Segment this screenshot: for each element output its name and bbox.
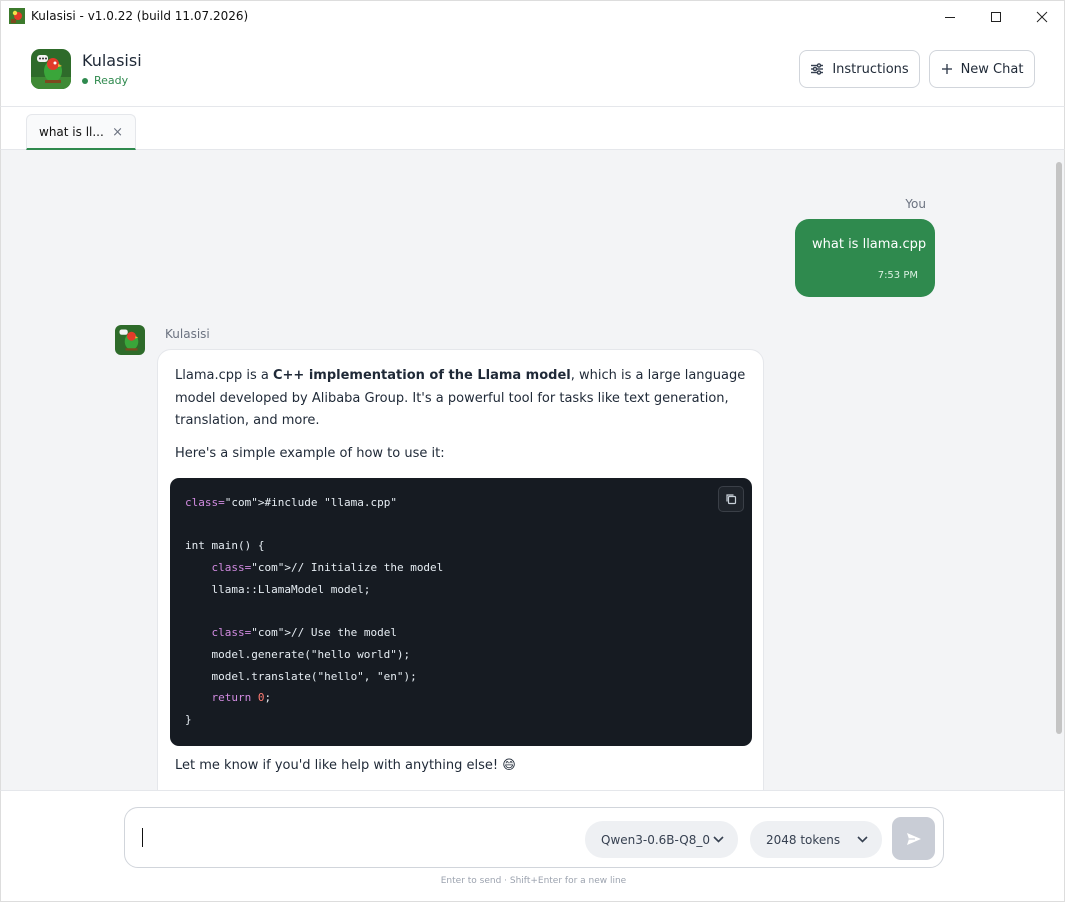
assistant-message-bubble: Llama.cpp is a C++ implementation of the… bbox=[157, 349, 764, 790]
code-line: llama::LlamaModel model; bbox=[185, 582, 371, 596]
send-icon bbox=[906, 832, 921, 845]
app-logo bbox=[31, 49, 71, 89]
app-logo-icon bbox=[9, 8, 25, 24]
minimize-button[interactable] bbox=[927, 1, 973, 32]
user-message-bubble: what is llama.cpp 7:53 PM bbox=[795, 219, 935, 297]
assistant-paragraph-3: Let me know if you'd like help with anyt… bbox=[175, 758, 516, 773]
code-line: } bbox=[185, 713, 192, 727]
status-text: Ready bbox=[94, 74, 129, 87]
window-titlebar: Kulasisi - v1.0.22 (build 11.07.2026) bbox=[0, 0, 1065, 31]
code-line: int main() { bbox=[185, 539, 265, 553]
composer-area: Qwen3-0.6B-Q8_0 2048 tokens Enter to sen… bbox=[0, 790, 1065, 902]
sliders-icon bbox=[811, 63, 824, 75]
maximize-button[interactable] bbox=[973, 1, 1019, 32]
status-dot-icon bbox=[82, 77, 88, 84]
code-line: return 0; bbox=[211, 691, 272, 705]
app-name: Kulasisi bbox=[82, 51, 142, 70]
model-selector[interactable]: Qwen3-0.6B-Q8_0 bbox=[585, 821, 738, 858]
token-limit-value: 2048 tokens bbox=[766, 832, 841, 847]
parrot-avatar-icon bbox=[115, 325, 145, 355]
instructions-label: Instructions bbox=[832, 61, 909, 77]
close-icon bbox=[1036, 11, 1048, 22]
code-line: class="com">// Use the model bbox=[211, 626, 397, 640]
assistant-avatar bbox=[115, 325, 145, 355]
app-header: Kulasisi Ready Instructions New Chat bbox=[0, 31, 1065, 107]
instructions-button[interactable]: Instructions bbox=[799, 50, 920, 88]
chevron-down-icon bbox=[857, 836, 868, 843]
new-chat-button[interactable]: New Chat bbox=[929, 50, 1035, 88]
assistant-paragraph-1: Llama.cpp is a C++ implementation of the… bbox=[175, 368, 746, 428]
code-line: model.generate("hello world"); bbox=[185, 647, 411, 661]
user-message-text: what is llama.cpp bbox=[812, 237, 927, 252]
tab-close-icon[interactable]: × bbox=[112, 125, 123, 140]
code-line: class="com">// Initialize the model bbox=[211, 561, 444, 575]
window-title: Kulasisi - v1.0.22 (build 11.07.2026) bbox=[31, 9, 249, 23]
chat-area[interactable]: You what is llama.cpp 7:53 PM Kulasisi L… bbox=[0, 150, 1065, 790]
parrot-logo-icon bbox=[31, 49, 71, 89]
user-sender-label: You bbox=[905, 197, 926, 211]
chevron-down-icon bbox=[713, 836, 724, 843]
chat-scrollbar[interactable] bbox=[1056, 162, 1062, 734]
message-input[interactable] bbox=[142, 828, 143, 847]
status-indicator: Ready bbox=[82, 74, 128, 87]
tab-label: what is ll... bbox=[39, 124, 104, 139]
close-window-button[interactable] bbox=[1019, 1, 1065, 32]
minimize-icon bbox=[945, 16, 955, 18]
chat-tabs: what is ll... × bbox=[0, 107, 1065, 150]
send-button[interactable] bbox=[892, 817, 935, 860]
code-block: class="com">#include "llama.cpp" int mai… bbox=[170, 478, 752, 746]
token-limit-selector[interactable]: 2048 tokens bbox=[750, 821, 882, 858]
copy-icon bbox=[726, 494, 737, 505]
message-composer[interactable]: Qwen3-0.6B-Q8_0 2048 tokens bbox=[124, 807, 944, 868]
code-line: model.translate("hello", "en"); bbox=[185, 669, 417, 683]
assistant-sender-label: Kulasisi bbox=[165, 327, 210, 341]
plus-icon bbox=[941, 64, 952, 74]
maximize-icon bbox=[991, 11, 1001, 22]
composer-hint: Enter to send · Shift+Enter for a new li… bbox=[440, 876, 627, 886]
new-chat-label: New Chat bbox=[960, 61, 1024, 77]
code-content: class="com">#include "llama.cpp" int mai… bbox=[185, 492, 443, 731]
model-name: Qwen3-0.6B-Q8_0 bbox=[601, 832, 711, 847]
assistant-paragraph-2: Here's a simple example of how to use it… bbox=[175, 446, 445, 461]
code-line: class="com">#include "llama.cpp" bbox=[185, 496, 397, 509]
tab-chat[interactable]: what is ll... × bbox=[26, 114, 136, 150]
message-timestamp: 7:53 PM bbox=[877, 270, 918, 281]
copy-code-button[interactable] bbox=[718, 486, 744, 512]
